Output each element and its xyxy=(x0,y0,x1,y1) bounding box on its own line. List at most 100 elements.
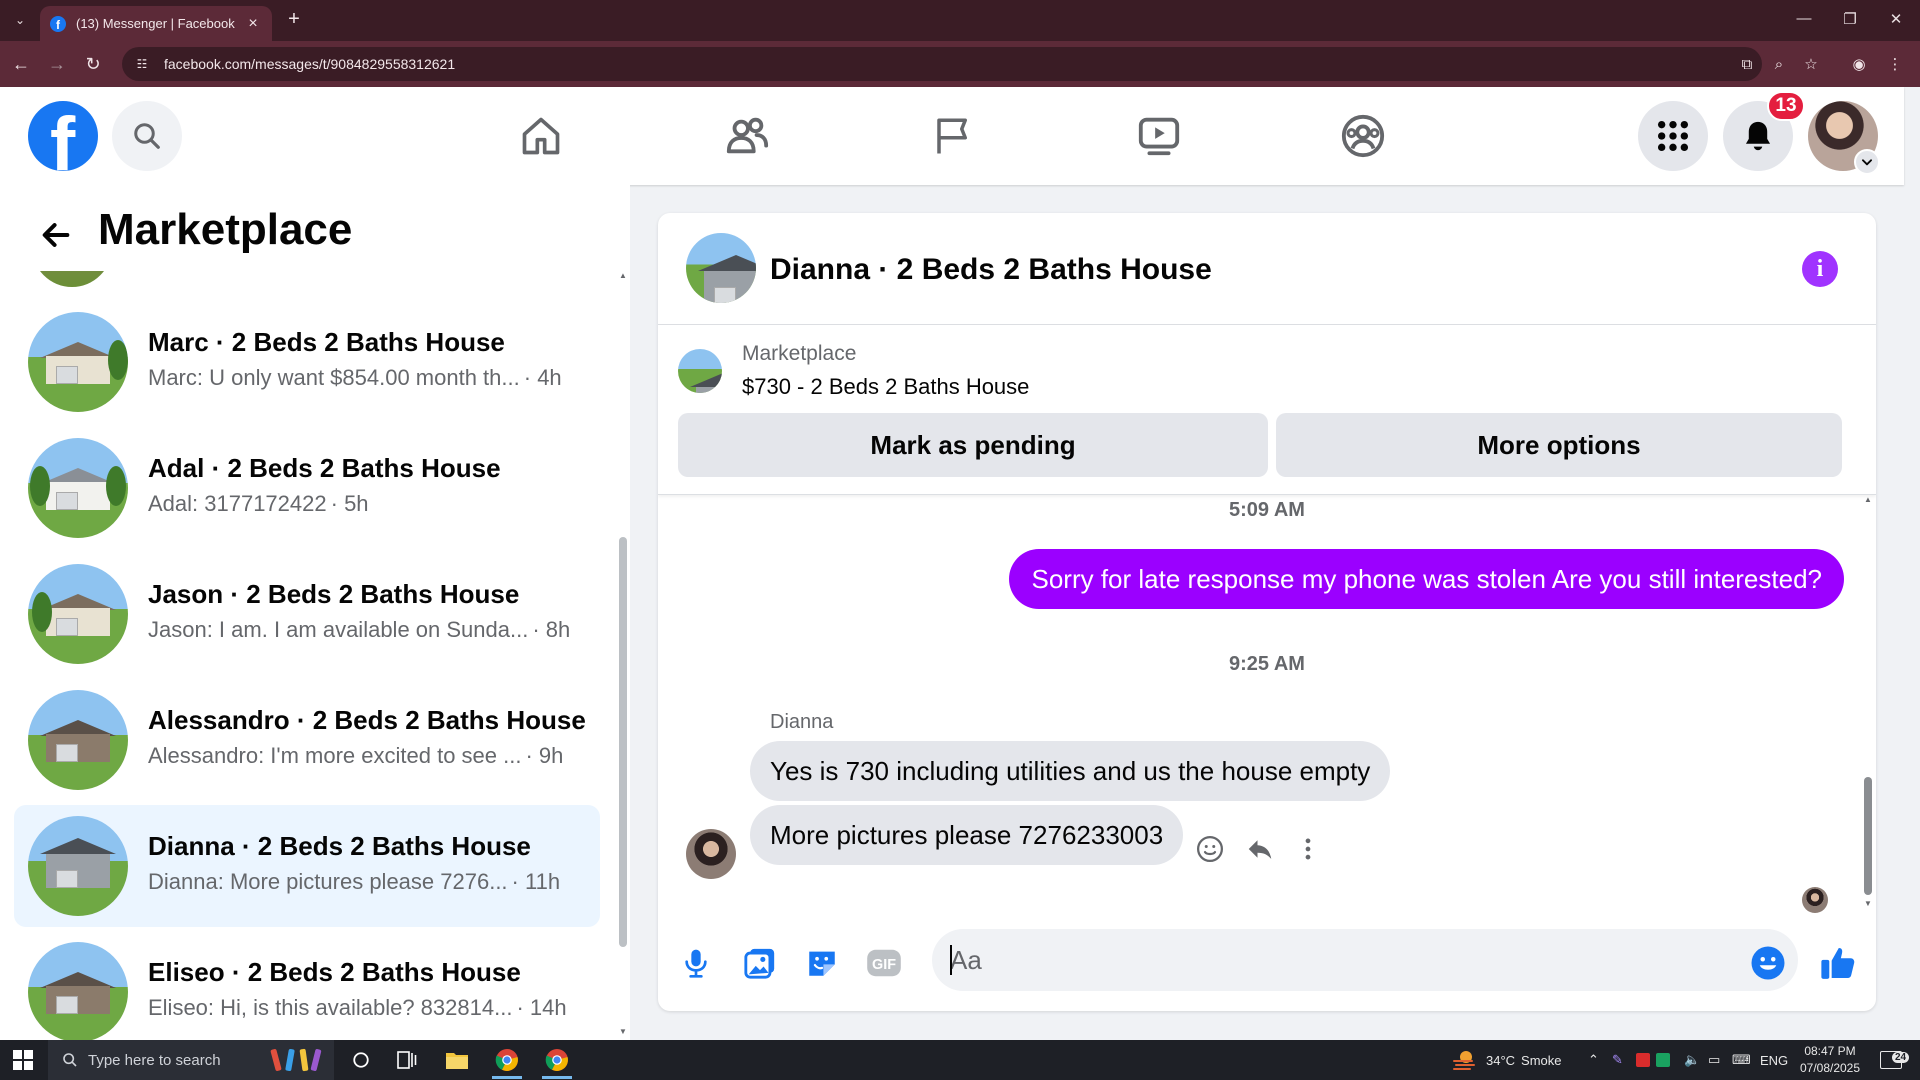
zoom-icon[interactable]: ⌕ xyxy=(1766,51,1792,77)
conversation-item-alessandro[interactable]: Alessandro · 2 Beds 2 Baths House Alessa… xyxy=(14,679,600,801)
account-chevron-button[interactable] xyxy=(1854,149,1880,175)
back-arrow-icon[interactable]: ← xyxy=(8,51,34,77)
start-button[interactable] xyxy=(0,1040,46,1080)
listing-title[interactable]: $730 - 2 Beds 2 Baths House xyxy=(742,374,1029,400)
nav-video-button[interactable] xyxy=(1134,111,1184,161)
tab-close-icon[interactable]: × xyxy=(244,15,262,33)
tray-app-red-icon[interactable] xyxy=(1636,1040,1650,1080)
message-more-button[interactable] xyxy=(1290,831,1326,867)
scroll-up-arrow-icon[interactable]: ▲ xyxy=(619,271,627,280)
mark-as-pending-button[interactable]: Mark as pending xyxy=(678,413,1268,477)
attach-photo-button[interactable] xyxy=(740,943,780,983)
outgoing-message[interactable]: Sorry for late response my phone was sto… xyxy=(1009,549,1844,609)
task-view-button[interactable] xyxy=(384,1040,430,1080)
seen-receipt-avatar xyxy=(1802,887,1828,913)
chrome-profile-taskbar-button[interactable] xyxy=(534,1040,580,1080)
conversation-item-eliseo[interactable]: Eliseo · 2 Beds 2 Baths House Eliseo: Hi… xyxy=(14,931,600,1040)
react-button[interactable] xyxy=(1192,831,1228,867)
nav-friends-button[interactable] xyxy=(722,111,772,161)
tray-overflow-chevron-icon[interactable]: ⌃ xyxy=(1588,1040,1599,1080)
cortana-button[interactable] xyxy=(338,1040,384,1080)
clock-time: 08:47 PM xyxy=(1804,1044,1856,1058)
search-button[interactable] xyxy=(112,101,182,171)
install-app-icon[interactable]: ⧉ xyxy=(1734,51,1760,77)
minimize-icon[interactable]: — xyxy=(1792,10,1816,27)
bookmark-star-icon[interactable]: ☆ xyxy=(1798,51,1824,77)
taskbar-clock[interactable]: 08:47 PM 07/08/2025 xyxy=(1790,1043,1870,1077)
conversation-item-adal[interactable]: Adal · 2 Beds 2 Baths House Adal: 317717… xyxy=(14,427,600,549)
sender-avatar[interactable] xyxy=(686,829,736,879)
browser-menu-icon[interactable]: ⋮ xyxy=(1882,51,1908,77)
facebook-logo-icon[interactable]: f xyxy=(28,101,98,171)
browser-tab-messenger[interactable]: f (13) Messenger | Facebook × xyxy=(40,6,272,41)
back-button[interactable] xyxy=(36,215,76,255)
chat-header-avatar[interactable] xyxy=(686,233,756,303)
restore-icon[interactable]: ❐ xyxy=(1838,10,1862,28)
file-explorer-button[interactable] xyxy=(434,1040,480,1080)
network-icon[interactable]: ▭ xyxy=(1708,1040,1720,1080)
sticker-button[interactable] xyxy=(802,943,842,983)
clock-date: 07/08/2025 xyxy=(1799,1061,1861,1075)
browser-profile-icon[interactable]: ◉ xyxy=(1846,51,1872,77)
sticker-icon xyxy=(809,951,835,976)
tray-app-green-icon[interactable] xyxy=(1656,1040,1670,1080)
incoming-message[interactable]: Yes is 730 including utilities and us th… xyxy=(750,741,1391,801)
site-info-icon[interactable]: ☷ xyxy=(134,56,150,72)
volume-icon[interactable]: 🔈 xyxy=(1684,1040,1700,1080)
notification-badge: 13 xyxy=(1767,91,1805,121)
listing-thumbnail[interactable] xyxy=(678,349,722,393)
nav-groups-button[interactable] xyxy=(1338,111,1388,161)
video-icon xyxy=(1138,117,1180,156)
chat-title[interactable]: Dianna · 2 Beds 2 Baths House xyxy=(770,253,1212,287)
nav-home-button[interactable] xyxy=(516,111,566,161)
chrome-taskbar-button[interactable] xyxy=(484,1040,530,1080)
gif-button[interactable]: GIF xyxy=(864,943,904,983)
paintbrushes-icon xyxy=(264,1040,330,1080)
scroll-down-arrow-icon[interactable]: ▼ xyxy=(619,1027,627,1036)
facebook-header: f 13 xyxy=(0,87,1904,185)
conversation-avatar xyxy=(28,942,128,1040)
incoming-message[interactable]: More pictures please 7276233003 xyxy=(750,805,1184,865)
marketplace-sidebar: Marketplace Marc · 2 Beds 2 Baths House … xyxy=(0,185,630,1040)
sidebar-scrollbar-thumb[interactable] xyxy=(619,537,627,947)
send-like-button[interactable] xyxy=(1818,943,1858,983)
tab-search-chevron-icon[interactable]: ⌄ xyxy=(8,8,32,32)
action-center-button[interactable]: 24 xyxy=(1880,1040,1910,1080)
sidebar-scrollbar[interactable]: ▲ ▼ xyxy=(616,185,630,1040)
search-icon xyxy=(63,1053,77,1067)
forward-arrow-icon[interactable]: → xyxy=(44,51,70,77)
conversation-item-marc[interactable]: Marc · 2 Beds 2 Baths House Marc: U only… xyxy=(14,301,600,423)
weather-widget[interactable]: 34°C Smoke xyxy=(1452,1040,1562,1080)
text-caret xyxy=(950,945,952,975)
close-window-icon[interactable]: ✕ xyxy=(1884,10,1908,28)
more-options-button[interactable]: More options xyxy=(1276,413,1842,477)
reply-button[interactable] xyxy=(1242,831,1278,867)
sidebar-title: Marketplace xyxy=(98,205,353,254)
microphone-icon xyxy=(685,949,707,978)
friends-icon xyxy=(726,117,769,154)
scroll-down-arrow-icon[interactable]: ▼ xyxy=(1864,899,1872,908)
thumbs-up-icon xyxy=(1821,947,1855,979)
emoji-button[interactable] xyxy=(1748,943,1788,983)
conversation-item-jason[interactable]: Jason · 2 Beds 2 Baths House Jason: I am… xyxy=(14,553,600,675)
tray-pen-icon[interactable]: ✎ xyxy=(1612,1040,1623,1080)
message-composer: GIF xyxy=(658,913,1876,1011)
photo-icon xyxy=(744,948,775,979)
voice-clip-button[interactable] xyxy=(676,943,716,983)
reload-icon[interactable]: ↻ xyxy=(80,51,106,77)
menu-button[interactable] xyxy=(1638,101,1708,171)
nav-pages-button[interactable] xyxy=(928,111,978,161)
input-language[interactable]: ENG xyxy=(1760,1040,1788,1080)
message-scrollbar-thumb[interactable] xyxy=(1864,777,1872,895)
message-timestamp: 5:09 AM xyxy=(1229,499,1305,521)
keyboard-icon[interactable]: ⌨ xyxy=(1732,1040,1751,1080)
address-bar[interactable]: ☷ facebook.com/messages/t/90848295583126… xyxy=(122,47,1762,81)
message-input[interactable] xyxy=(932,929,1798,991)
conversation-item-dianna[interactable]: Dianna · 2 Beds 2 Baths House Dianna: Mo… xyxy=(14,805,600,927)
new-tab-icon[interactable]: + xyxy=(282,8,306,31)
reply-icon xyxy=(1248,840,1272,859)
info-icon[interactable]: i xyxy=(1802,251,1838,287)
scroll-up-arrow-icon[interactable]: ▲ xyxy=(1864,495,1872,504)
message-scrollbar[interactable]: ▲ ▼ xyxy=(1862,495,1874,913)
emoji-icon xyxy=(1751,946,1785,980)
